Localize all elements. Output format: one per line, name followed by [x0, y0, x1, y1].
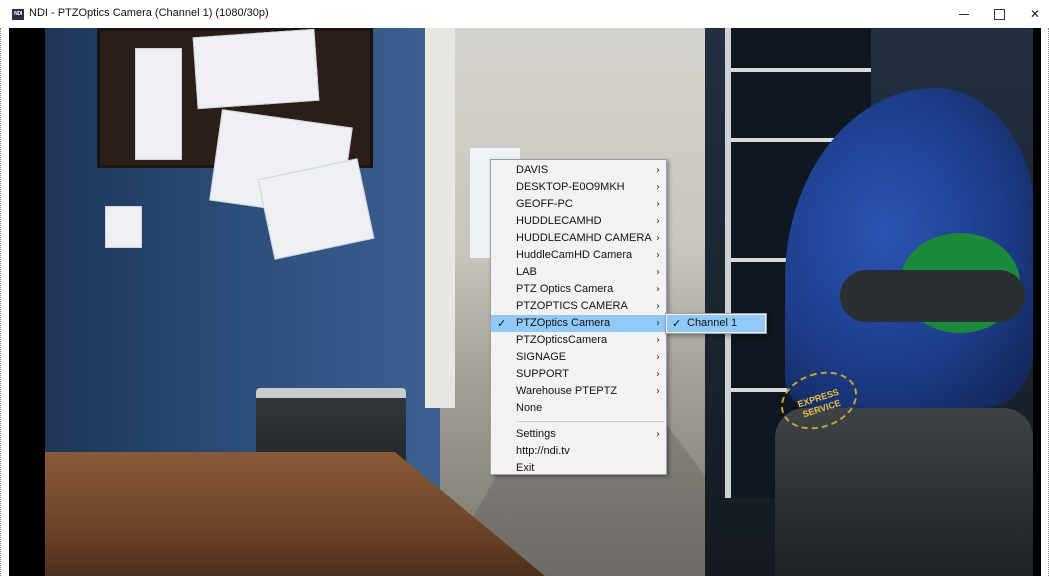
chevron-right-icon: › — [656, 301, 660, 312]
menu-item-warehouse-pteptz[interactable]: Warehouse PTEPTZ › — [491, 383, 666, 400]
menu-item-label: None — [516, 402, 543, 414]
menu-separator — [516, 421, 664, 422]
menu-item-label: DESKTOP-E0O9MKH — [516, 181, 625, 193]
title-bar: NDI NDI - PTZOptics Camera (Channel 1) (… — [0, 0, 1049, 28]
channel-submenu: ✓ Channel 1 — [665, 313, 767, 334]
chevron-right-icon: › — [656, 335, 660, 346]
menu-item-ndi-link[interactable]: http://ndi.tv — [491, 443, 666, 460]
minimize-button[interactable] — [946, 0, 982, 28]
chevron-right-icon: › — [656, 216, 660, 227]
menu-item-huddlecamhd-camera-upper[interactable]: HUDDLECAMHD CAMERA › — [491, 230, 666, 247]
window-title: NDI - PTZOptics Camera (Channel 1) (1080… — [29, 7, 269, 19]
chair-seat — [775, 408, 1033, 576]
menu-item-label: HUDDLECAMHD CAMERA — [516, 232, 652, 244]
chevron-right-icon: › — [656, 429, 660, 440]
submenu-item-channel-1[interactable]: ✓ Channel 1 — [667, 315, 765, 332]
menu-item-label: SIGNAGE — [516, 351, 567, 363]
chevron-right-icon: › — [656, 233, 660, 244]
window-right-edge — [1041, 28, 1049, 576]
menu-item-label: GEOFF-PC — [516, 198, 573, 210]
close-icon: ✕ — [1029, 7, 1041, 21]
maximize-button[interactable] — [981, 0, 1017, 28]
menu-item-label: PTZOpticsCamera — [516, 334, 608, 346]
pinned-paper — [192, 28, 320, 110]
pinned-paper — [105, 206, 142, 248]
menu-item-label: Warehouse PTEPTZ — [516, 385, 618, 397]
menu-item-label: PTZOptics Camera — [516, 317, 611, 329]
chevron-right-icon: › — [656, 165, 660, 176]
chevron-right-icon: › — [656, 250, 660, 261]
chevron-right-icon: › — [656, 284, 660, 295]
menu-item-signage[interactable]: SIGNAGE › — [491, 349, 666, 366]
menu-item-label: Exit — [516, 462, 535, 474]
menu-item-settings[interactable]: Settings › — [491, 426, 666, 443]
window-left-edge — [0, 28, 9, 576]
minimize-icon — [959, 13, 969, 15]
menu-item-label: HUDDLECAMHD — [516, 215, 602, 227]
maximize-icon — [993, 8, 1005, 20]
menu-item-lab[interactable]: LAB › — [491, 264, 666, 281]
chevron-right-icon: › — [656, 199, 660, 210]
menu-item-label: SUPPORT — [516, 368, 569, 380]
check-icon: ✓ — [672, 317, 682, 330]
menu-item-none[interactable]: None — [491, 400, 666, 417]
menu-item-support[interactable]: SUPPORT › — [491, 366, 666, 383]
chevron-right-icon: › — [656, 352, 660, 363]
shelf — [731, 68, 871, 72]
chevron-right-icon: › — [656, 267, 660, 278]
menu-item-label: PTZOPTICS CAMERA — [516, 300, 628, 312]
menu-item-ptzopticscamera[interactable]: PTZOpticsCamera › — [491, 332, 666, 349]
menu-item-label: DAVIS — [516, 164, 549, 176]
door-frame — [425, 28, 455, 408]
menu-item-geoff-pc[interactable]: GEOFF-PC › — [491, 196, 666, 213]
menu-item-exit[interactable]: Exit — [491, 460, 666, 477]
menu-item-ptz-optics-camera[interactable]: PTZ Optics Camera › — [491, 281, 666, 298]
menu-item-label: PTZ Optics Camera — [516, 283, 614, 295]
menu-item-label: Settings — [516, 428, 556, 440]
submenu-item-label: Channel 1 — [687, 317, 738, 329]
close-button[interactable]: ✕ — [1017, 0, 1049, 28]
chevron-right-icon: › — [656, 386, 660, 397]
menu-item-ptzoptics-camera-upper[interactable]: PTZOPTICS CAMERA › — [491, 298, 666, 315]
menu-item-huddlecamhd[interactable]: HUDDLECAMHD › — [491, 213, 666, 230]
source-context-menu: DAVIS › DESKTOP-E0O9MKH › GEOFF-PC › HUD… — [490, 159, 667, 475]
chevron-right-icon: › — [656, 369, 660, 380]
chair-arm — [840, 270, 1025, 322]
chevron-right-icon: › — [656, 318, 660, 329]
menu-item-label: HuddleCamHD Camera — [516, 249, 633, 261]
menu-item-huddlecamhd-camera[interactable]: HuddleCamHD Camera › — [491, 247, 666, 264]
ndi-app-icon: NDI — [12, 9, 24, 20]
menu-item-ptzoptics-camera[interactable]: ✓ PTZOptics Camera › — [491, 315, 666, 332]
menu-item-label: http://ndi.tv — [516, 445, 570, 457]
menu-item-label: LAB — [516, 266, 537, 278]
chevron-right-icon: › — [656, 182, 660, 193]
check-icon: ✓ — [497, 317, 507, 330]
menu-item-davis[interactable]: DAVIS › — [491, 162, 666, 179]
menu-item-desktop[interactable]: DESKTOP-E0O9MKH › — [491, 179, 666, 196]
pinned-paper — [135, 48, 182, 160]
